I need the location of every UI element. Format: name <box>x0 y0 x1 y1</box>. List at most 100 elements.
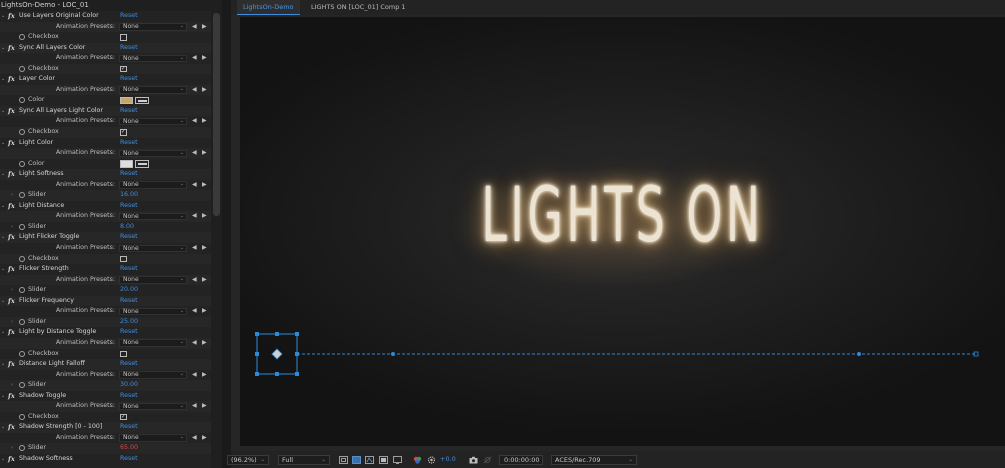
keyframe-next-icon[interactable]: ▶ <box>202 306 207 317</box>
animation-presets-dropdown[interactable]: None ⌄ <box>119 244 187 253</box>
snapshot-icon[interactable] <box>469 456 478 464</box>
checkbox-icon[interactable]: ✓ <box>120 129 127 136</box>
twirl-arrow-icon[interactable]: ⌄ <box>1 264 5 275</box>
fx-icon[interactable]: fx <box>8 11 15 22</box>
anchor-point-icon[interactable] <box>271 348 283 360</box>
stopwatch-icon[interactable] <box>19 34 25 41</box>
reset-link[interactable]: Reset <box>120 327 138 338</box>
keyframe-prev-icon[interactable]: ◀ <box>192 211 197 222</box>
animation-presets-dropdown[interactable]: None ⌄ <box>119 149 187 158</box>
stopwatch-icon[interactable] <box>19 223 25 230</box>
zoom-dropdown[interactable]: (96.2%) ⌄ <box>227 455 269 465</box>
transform-handle[interactable] <box>255 372 259 376</box>
reset-link[interactable]: Reset <box>120 201 138 212</box>
animation-presets-dropdown[interactable]: None ⌄ <box>119 212 187 221</box>
keyframe-prev-icon[interactable]: ◀ <box>192 116 197 127</box>
animation-presets-dropdown[interactable]: None ⌄ <box>119 23 187 31</box>
animation-presets-dropdown[interactable]: None ⌄ <box>119 434 187 442</box>
twirl-arrow-icon[interactable]: › <box>11 190 13 201</box>
slider-value[interactable]: 65.00 <box>120 443 138 454</box>
reset-link[interactable]: Reset <box>120 391 138 402</box>
keyframe-next-icon[interactable]: ▶ <box>202 433 207 444</box>
slider-value[interactable]: 25.00 <box>120 317 138 328</box>
slider-value[interactable]: 8.00 <box>120 222 134 233</box>
twirl-arrow-icon[interactable]: ⌄ <box>1 138 5 149</box>
animation-presets-dropdown[interactable]: None ⌄ <box>119 402 187 411</box>
twirl-arrow-icon[interactable]: ⌄ <box>1 43 5 54</box>
keyframe-next-icon[interactable]: ▶ <box>202 22 207 33</box>
fx-icon[interactable]: fx <box>8 454 15 465</box>
twirl-arrow-icon[interactable]: ⌄ <box>1 391 5 402</box>
keyframe-next-icon[interactable]: ▶ <box>202 370 207 381</box>
panel-divider[interactable] <box>222 0 231 468</box>
transform-handle[interactable] <box>255 352 259 356</box>
stopwatch-icon[interactable] <box>19 97 25 104</box>
transform-handle[interactable] <box>255 332 259 336</box>
stopwatch-icon[interactable] <box>19 382 25 389</box>
keyframe-prev-icon[interactable]: ◀ <box>192 370 197 381</box>
twirl-arrow-icon[interactable]: › <box>11 443 13 454</box>
transform-handle[interactable] <box>295 352 299 356</box>
stopwatch-icon[interactable] <box>19 318 25 325</box>
twirl-arrow-icon[interactable]: ⌄ <box>1 74 5 85</box>
fx-icon[interactable]: fx <box>8 43 15 54</box>
animation-presets-dropdown[interactable]: None ⌄ <box>119 117 187 126</box>
animation-presets-dropdown[interactable]: None ⌄ <box>119 371 187 379</box>
slider-value[interactable]: 20.00 <box>120 285 138 296</box>
fx-icon[interactable]: fx <box>8 232 15 243</box>
twirl-arrow-icon[interactable]: ⌄ <box>1 296 5 307</box>
composition-viewer[interactable]: LIGHTS ON <box>240 17 1005 446</box>
twirl-arrow-icon[interactable]: ⌄ <box>1 359 5 370</box>
fx-icon[interactable]: fx <box>8 74 15 85</box>
transform-handle[interactable] <box>275 372 279 376</box>
reset-link[interactable]: Reset <box>120 74 138 85</box>
transform-handle[interactable] <box>275 332 279 336</box>
keyframe-next-icon[interactable]: ▶ <box>202 53 207 64</box>
animation-presets-dropdown[interactable]: None ⌄ <box>119 86 187 94</box>
keyframe-next-icon[interactable]: ▶ <box>202 180 207 191</box>
checkbox-icon[interactable]: ✓ <box>120 65 127 73</box>
tab-lights-on-comp-1[interactable]: LIGHTS ON [LOC_01] Comp 1 <box>305 0 412 15</box>
color-space-dropdown[interactable]: ACES/Rec.709 ⌄ <box>551 455 637 465</box>
keyframe-next-icon[interactable]: ▶ <box>202 148 207 159</box>
keyframe-next-icon[interactable]: ▶ <box>202 243 207 254</box>
animation-presets-dropdown[interactable]: None ⌄ <box>119 181 187 189</box>
reset-link[interactable]: Reset <box>120 43 138 54</box>
animation-presets-dropdown[interactable]: None ⌄ <box>119 339 187 347</box>
color-swatch[interactable] <box>120 160 133 168</box>
twirl-arrow-icon[interactable]: ⌄ <box>1 422 5 433</box>
region-of-interest-icon[interactable] <box>339 456 348 464</box>
slider-value[interactable]: 30.00 <box>120 380 138 391</box>
animation-presets-dropdown[interactable]: None ⌄ <box>119 276 187 284</box>
keyframe-next-icon[interactable]: ▶ <box>202 275 207 286</box>
twirl-arrow-icon[interactable]: ⌄ <box>1 327 5 338</box>
twirl-arrow-icon[interactable]: › <box>11 317 13 328</box>
stopwatch-icon[interactable] <box>19 255 25 262</box>
keyframe-prev-icon[interactable]: ◀ <box>192 401 197 412</box>
slider-value[interactable]: 16.00 <box>120 190 138 201</box>
stopwatch-icon[interactable] <box>19 65 25 72</box>
eyedropper-icon[interactable] <box>135 160 149 168</box>
fx-icon[interactable]: fx <box>8 422 15 433</box>
twirl-arrow-icon[interactable]: ⌄ <box>1 232 5 243</box>
stopwatch-icon[interactable] <box>19 160 25 167</box>
reset-link[interactable]: Reset <box>120 232 138 243</box>
twirl-arrow-icon[interactable]: › <box>11 380 13 391</box>
transform-handle[interactable] <box>295 372 299 376</box>
animation-presets-dropdown[interactable]: None ⌄ <box>119 54 187 63</box>
transform-handle[interactable] <box>295 332 299 336</box>
twirl-arrow-icon[interactable]: › <box>11 285 13 296</box>
stopwatch-icon[interactable] <box>19 129 25 136</box>
mask-toggle-icon[interactable] <box>365 456 374 464</box>
reset-link[interactable]: Reset <box>120 359 138 370</box>
stopwatch-icon[interactable] <box>19 350 25 357</box>
stopwatch-icon[interactable] <box>19 287 25 294</box>
exposure-reset-icon[interactable] <box>427 456 436 464</box>
keyframe-prev-icon[interactable]: ◀ <box>192 338 197 349</box>
keyframe-prev-icon[interactable]: ◀ <box>192 275 197 286</box>
effect-controls-scrollbar[interactable] <box>211 11 222 468</box>
resolution-dropdown[interactable]: Full ⌄ <box>278 455 330 465</box>
fx-icon[interactable]: fx <box>8 264 15 275</box>
stopwatch-icon[interactable] <box>19 413 25 420</box>
keyframe-next-icon[interactable]: ▶ <box>202 85 207 96</box>
